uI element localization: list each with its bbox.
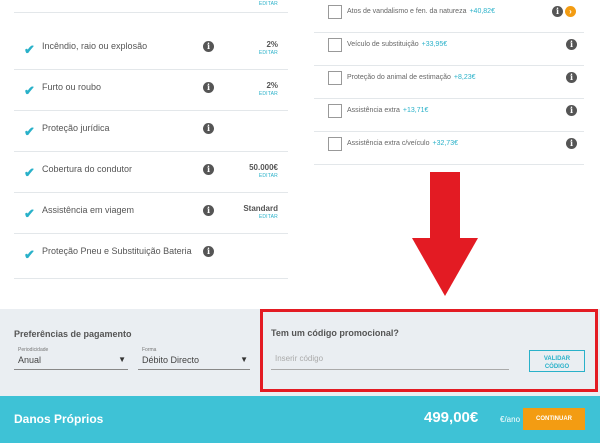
- info-icon[interactable]: i: [203, 205, 214, 216]
- option-row-animal: Proteção do animal de estimação +8,23€ i: [314, 66, 584, 99]
- option-price: +8,23€: [453, 74, 476, 81]
- edit-link[interactable]: EDITAR: [259, 91, 278, 97]
- coverage-name: Proteção Pneu e Substituição Bateria: [42, 246, 192, 256]
- info-icon[interactable]: i: [566, 105, 577, 116]
- chevron-down-icon: ▼: [118, 355, 126, 364]
- info-icon[interactable]: i: [203, 41, 214, 52]
- total-price: 499,00€: [424, 409, 479, 426]
- check-icon: ✔: [24, 206, 35, 221]
- option-checkbox[interactable]: [328, 38, 342, 52]
- option-price: +32,73€: [432, 140, 458, 147]
- periodicity-select[interactable]: Periodicidade Anual ▼: [14, 347, 128, 370]
- info-icon[interactable]: i: [566, 39, 577, 50]
- option-name: Proteção do animal de estimação: [347, 74, 451, 81]
- option-price: +13,71€: [402, 107, 429, 114]
- chevron-down-icon: ▼: [240, 355, 248, 364]
- coverage-row-condutor: ✔ Cobertura do condutor i 50.000€ EDITAR: [14, 152, 288, 193]
- option-name: Assistência extra: [347, 107, 400, 114]
- check-icon: ✔: [24, 247, 35, 262]
- info-icon[interactable]: i: [203, 246, 214, 257]
- coverage-name: Proteção jurídica: [42, 123, 110, 133]
- promo-title: Tem um código promocional?: [271, 328, 399, 338]
- coverage-value: 50.000€: [249, 163, 278, 172]
- coverage-value: Standard: [243, 204, 278, 213]
- coverage-row-capotamento: ✔ capotamento EDITAR: [14, 0, 288, 13]
- down-arrow-annotation: [412, 172, 478, 296]
- coverage-name: Assistência em viagem: [42, 205, 135, 215]
- payment-method-select[interactable]: Forma Débito Directo ▼: [138, 347, 250, 370]
- info-icon[interactable]: i: [566, 72, 577, 83]
- check-icon: ✔: [24, 124, 35, 139]
- product-title: Danos Próprios: [14, 412, 104, 426]
- check-icon: ✔: [24, 83, 35, 98]
- option-name: Veículo de substituição: [347, 41, 419, 48]
- edit-link[interactable]: EDITAR: [259, 214, 278, 220]
- coverage-row-protecao-juridica: ✔ Proteção jurídica i: [14, 111, 288, 152]
- option-row-veiculo-substituicao: Veículo de substituição +33,95€ i: [314, 33, 584, 66]
- method-value: Débito Directo: [142, 355, 200, 365]
- coverage-name: Cobertura do condutor: [42, 164, 133, 174]
- edit-link[interactable]: EDITAR: [259, 50, 278, 56]
- check-icon: ✔: [24, 165, 35, 180]
- option-name: Assistência extra c/veículo: [347, 140, 430, 147]
- info-icon[interactable]: i: [203, 123, 214, 134]
- validate-line2: CÓDIGO: [544, 363, 570, 370]
- coverage-name: Incêndio, raio ou explosão: [42, 41, 148, 51]
- coverage-name: Furto ou roubo: [42, 82, 102, 92]
- coverage-row-furto: ✔ Furto ou roubo i 2% EDITAR: [14, 70, 288, 111]
- option-checkbox[interactable]: [328, 137, 342, 151]
- periodicity-value: Anual: [18, 355, 42, 365]
- promo-code-input[interactable]: Inserir código: [271, 348, 509, 370]
- coverage-value: 2%: [266, 81, 278, 90]
- alert-icon[interactable]: ›: [565, 6, 576, 17]
- info-icon[interactable]: i: [203, 82, 214, 93]
- periodicity-label: Periodicidade: [18, 347, 49, 353]
- edit-link[interactable]: EDITAR: [259, 173, 278, 179]
- coverage-row-pneu-bateria: ✔ Proteção Pneu e Substituição Bateria i: [14, 234, 288, 279]
- coverage-row-incendio: ✔ Incêndio, raio ou explosão i 2% EDITAR: [14, 29, 288, 70]
- option-checkbox[interactable]: [328, 104, 342, 118]
- option-row-vandalismo: Atos de vandalismo e fen. da natureza +40…: [314, 0, 584, 33]
- option-row-assistencia-extra: Assistência extra +13,71€ i: [314, 99, 584, 132]
- validate-code-button[interactable]: VALIDAR CÓDIGO: [529, 350, 585, 372]
- info-icon[interactable]: i: [566, 138, 577, 149]
- coverage-row-assistencia: ✔ Assistência em viagem i Standard EDITA…: [14, 193, 288, 234]
- check-icon: ✔: [24, 42, 35, 57]
- edit-link[interactable]: EDITAR: [259, 1, 278, 7]
- validate-line1: VALIDAR: [543, 355, 571, 362]
- price-period: €/ano: [500, 415, 521, 424]
- option-name: Atos de vandalismo e fen. da natureza: [347, 8, 467, 15]
- footer-bar: Danos Próprios 499,00€ €/ano CONTINUAR: [0, 396, 600, 443]
- info-icon[interactable]: i: [203, 164, 214, 175]
- option-price: +33,95€: [421, 41, 448, 48]
- option-row-assistencia-extra-veiculo: Assistência extra c/veículo +32,73€ i: [314, 132, 584, 165]
- coverage-value: 2%: [266, 40, 278, 49]
- continue-button[interactable]: CONTINUAR: [523, 408, 585, 430]
- option-checkbox[interactable]: [328, 71, 342, 85]
- method-label: Forma: [142, 347, 157, 353]
- option-price: +40,82€: [469, 8, 495, 15]
- option-checkbox[interactable]: [328, 5, 342, 19]
- payment-title: Preferências de pagamento: [14, 329, 132, 339]
- info-icon[interactable]: i: [552, 6, 563, 17]
